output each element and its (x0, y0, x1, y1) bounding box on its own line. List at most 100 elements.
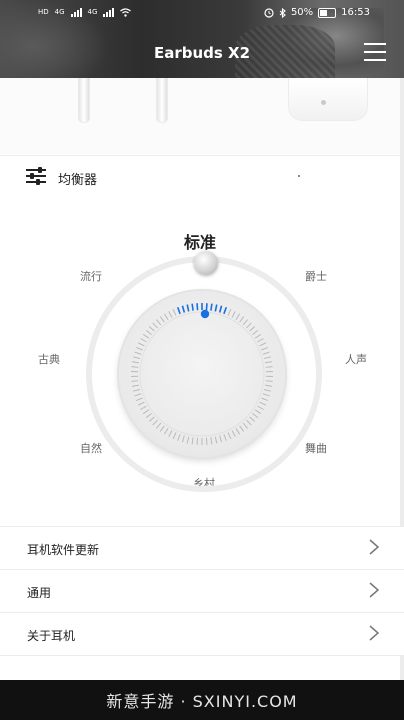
signal-icon-2 (103, 7, 115, 17)
knob-tick (249, 326, 256, 332)
knob-tick (155, 319, 162, 326)
knob-tick (168, 430, 173, 437)
knob-tick (239, 425, 245, 432)
knob-indicator-dot (200, 309, 210, 319)
knob-tick (131, 380, 139, 382)
knob-tick (145, 413, 152, 419)
chevron-right-icon (369, 539, 380, 555)
preset-selected-label: 标准 (184, 233, 217, 252)
knob-tick-marks (131, 303, 273, 445)
knob-tick (131, 384, 140, 387)
alarm-icon (264, 7, 274, 18)
knob-tick (135, 346, 143, 351)
knob-tick (176, 307, 181, 315)
knob-tick (137, 401, 145, 406)
wifi-icon (120, 7, 132, 17)
equalizer-title: 均衡器 (58, 173, 98, 188)
knob-tick (263, 356, 272, 360)
network-type-2: 4G (87, 8, 98, 16)
knob-tick (131, 361, 140, 364)
list-item-general[interactable]: 通用 (0, 570, 404, 612)
knob-tick (132, 388, 141, 392)
knob-tick (186, 304, 190, 312)
knob-tick (261, 397, 269, 402)
knob-tick (265, 366, 273, 368)
status-bar-left: HD 4G 4G (38, 7, 132, 17)
list-item-label: 耳机软件更新 (27, 543, 100, 557)
earbud-right-stem (156, 78, 168, 123)
knob-tick (259, 342, 267, 347)
knob-tick (142, 333, 150, 339)
knob-tick (227, 432, 232, 440)
knob-tick (254, 409, 262, 415)
knob-tick (265, 380, 273, 382)
list-item-about[interactable]: 关于耳机 (0, 613, 404, 655)
preset-pop[interactable]: 流行 (80, 268, 102, 284)
list-item-label: 关于耳机 (27, 629, 76, 643)
decorative-dot (298, 175, 300, 177)
equalizer-sliders-icon (26, 167, 46, 185)
earbud-left-stem (78, 78, 90, 123)
knob-tick (214, 436, 218, 444)
header-banner: HD 4G 4G 50% 16:53 Earbuds X2 (0, 0, 404, 78)
network-type: 4G (54, 8, 65, 16)
knob-tick (246, 419, 252, 426)
knob-tick (155, 422, 162, 429)
knob-tick (259, 401, 267, 406)
menu-button[interactable] (364, 43, 386, 61)
product-image (0, 78, 404, 154)
knob-tick (177, 433, 181, 441)
knob-tick (191, 303, 194, 311)
preset-classical[interactable]: 古典 (38, 351, 60, 367)
knob-tick (231, 430, 236, 437)
knob-tick (163, 428, 169, 435)
knob-tick (181, 305, 186, 313)
preset-dance[interactable]: 舞曲 (305, 440, 327, 456)
equalizer-knob[interactable] (119, 291, 285, 457)
list-item-label: 通用 (27, 586, 52, 600)
knob-tick (264, 361, 273, 364)
knob-tick (191, 437, 194, 445)
knob-tick (140, 338, 147, 343)
knob-tick (249, 416, 256, 422)
knob-tick (132, 356, 141, 360)
preset-vocal[interactable]: 人声 (345, 351, 367, 367)
knob-tick (246, 322, 252, 329)
knob-tick (152, 419, 158, 426)
knob-tick (252, 413, 259, 419)
knob-tick (257, 405, 264, 410)
divider (0, 155, 404, 156)
list-item-firmware-update[interactable]: 耳机软件更新 (0, 527, 404, 569)
knob-tick (227, 308, 232, 316)
preset-jazz[interactable]: 爵士 (305, 268, 327, 284)
knob-tick (148, 326, 155, 332)
battery-icon (318, 7, 337, 18)
knob-tick (181, 435, 185, 443)
charging-case (288, 78, 368, 121)
knob-tick (172, 308, 177, 316)
knob-tick (168, 311, 173, 318)
preset-selector-handle[interactable] (194, 251, 218, 275)
menu-icon (364, 43, 386, 45)
hd-badge: HD (38, 8, 49, 16)
knob-tick (223, 307, 228, 315)
knob-tick (235, 428, 241, 435)
knob-tick (242, 422, 249, 429)
knob-tick (261, 346, 269, 351)
knob-tick (257, 338, 264, 343)
knob-tick (219, 435, 223, 443)
status-bar: HD 4G 4G 50% 16:53 (0, 0, 404, 26)
clock: 16:53 (341, 7, 370, 18)
preset-natural[interactable]: 自然 (80, 440, 102, 456)
knob-tick (152, 322, 158, 329)
knob-tick (264, 384, 273, 387)
knob-tick (145, 329, 152, 335)
knob-tick (263, 388, 272, 392)
knob-tick (134, 351, 142, 355)
knob-tick (210, 303, 213, 311)
knob-tick (231, 311, 236, 318)
knob-tick (262, 393, 270, 397)
equalizer-dial-area: 标准 流行 爵士 古典 人声 自然 舞曲 乡村 (0, 200, 404, 522)
status-bar-right: 50% 16:53 (264, 7, 370, 18)
knob-tick (214, 304, 218, 312)
